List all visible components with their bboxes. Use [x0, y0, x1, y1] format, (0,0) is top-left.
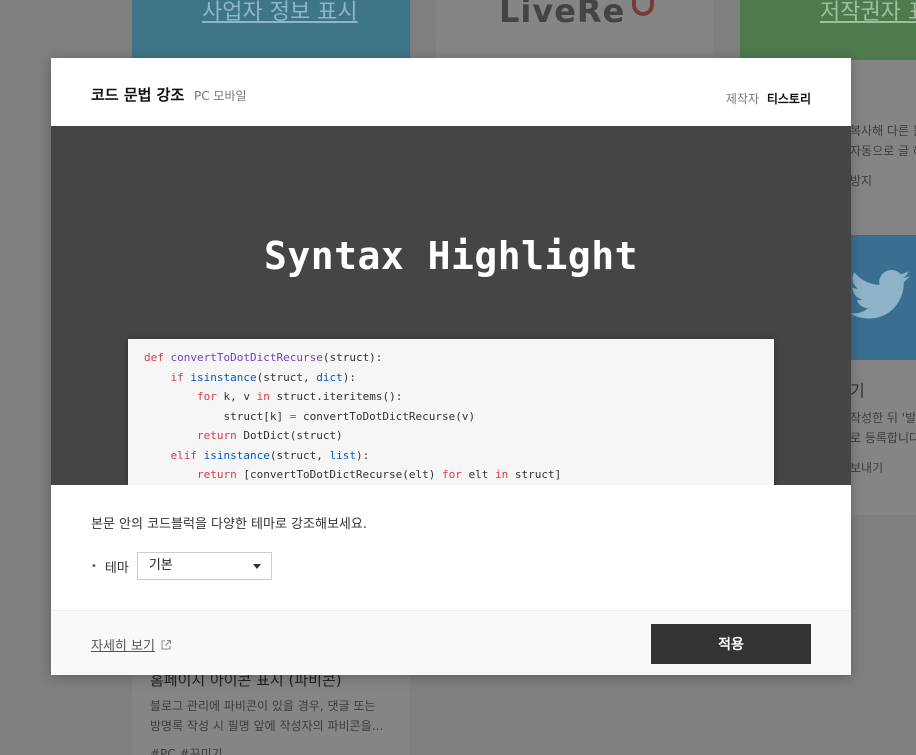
code-token: (struct,	[269, 448, 330, 462]
code-token: k, v	[223, 390, 257, 403]
code-token: if	[170, 370, 191, 384]
code-token: def	[144, 351, 171, 364]
bg-card-twitter-title: 기	[850, 381, 865, 400]
plugin-preview: Syntax Highlight def convertToDotDictRec…	[51, 126, 851, 485]
code-token: return	[196, 429, 244, 442]
apply-button[interactable]: 적용	[651, 624, 811, 664]
livere-logo: LiveRe	[499, 0, 626, 30]
modal-footer: 자세히 보기 적용	[51, 610, 851, 675]
code-token: elt	[468, 468, 496, 481]
code-token: (struct,	[256, 370, 317, 384]
detail-link[interactable]: 자세히 보기	[91, 635, 172, 654]
code-line: return DotDict(struct)	[144, 426, 758, 446]
bg-card-copyright-tag: 방지	[850, 174, 873, 188]
code-token: convertToDotDictRecurse(v)	[302, 409, 476, 423]
code-line: for k, v in struct.iteritems():	[144, 387, 758, 407]
caret-down-icon	[252, 564, 261, 569]
bg-card-business-info: 사업자 정보 표시	[132, 0, 410, 60]
platform-badges: PC 모바일	[194, 89, 247, 103]
code-token: elif	[170, 448, 204, 462]
bg-card-copyright-line2: 자동으로 글 하	[850, 144, 916, 158]
bg-card-twitter-line1: 작성한 뒤 '발행	[850, 411, 916, 425]
plugin-modal: 코드 문법 강조 PC 모바일 제작자 티스토리 Syntax Highligh…	[51, 58, 851, 675]
bg-card-favicon-line1: 블로그 관리에 파비콘이 있을 경우, 댓글 또는	[150, 699, 376, 713]
maker-name: 티스토리	[766, 92, 811, 106]
livere-logo-mark	[632, 0, 654, 16]
plugin-description: 본문 안의 코드블럭을 다양한 테마로 강조해보세요.	[91, 517, 367, 532]
code-line: if isinstance(struct, dict):	[144, 368, 758, 388]
modal-body: 본문 안의 코드블럭을 다양한 테마로 강조해보세요. • 테마 기본	[51, 485, 851, 610]
code-token: ):	[342, 370, 356, 384]
modal-header: 코드 문법 강조 PC 모바일 제작자 티스토리	[51, 58, 851, 126]
code-token: isinstance	[203, 448, 270, 462]
code-line: struct[k] = convertToDotDictRecurse(v)	[144, 407, 758, 427]
code-token: return	[196, 468, 244, 481]
code-token: convertToDotDictRecurse	[170, 351, 323, 364]
code-token: (struct):	[322, 351, 383, 364]
code-line: return [convertToDotDictRecurse(elt) for…	[144, 465, 758, 485]
maker-label: 제작자	[725, 92, 759, 106]
code-token: DotDict(struct)	[243, 429, 343, 442]
code-token: in	[256, 390, 277, 403]
external-link-icon	[161, 639, 171, 649]
detail-link-label: 자세히 보기	[91, 639, 155, 654]
code-token: =	[289, 409, 303, 423]
code-token: struct.iteritems():	[276, 390, 403, 403]
theme-select[interactable]: 기본	[136, 552, 272, 580]
code-token: for	[196, 390, 224, 403]
code-line: def convertToDotDictRecurse(struct):	[144, 348, 758, 368]
code-token: struct]	[514, 468, 562, 481]
theme-setting-row: • 테마 기본	[91, 552, 272, 580]
bg-card-copyright-line1: 복사해 다른 블	[850, 124, 916, 138]
modal-title: 코드 문법 강조	[91, 86, 185, 104]
code-block-sample: def convertToDotDictRecurse(struct): if …	[128, 339, 774, 485]
code-line: elif isinstance(struct, list):	[144, 446, 758, 466]
code-token: isinstance	[190, 370, 257, 384]
maker-info: 제작자 티스토리	[726, 90, 811, 107]
bg-card-favicon-tags: #PC #꾸미기	[150, 747, 223, 755]
code-token: in	[495, 468, 515, 481]
code-token: [convertToDotDictRecurse(elt)	[243, 468, 443, 481]
twitter-icon	[850, 270, 910, 319]
bg-card-livere: LiveRe	[436, 0, 714, 60]
code-token: dict	[316, 370, 343, 384]
bg-card-favicon-line2: 방명록 작성 시 필명 앞에 작성자의 파비콘을…	[150, 719, 384, 733]
theme-label: 테마	[104, 560, 129, 576]
code-token: ):	[355, 448, 370, 462]
code-token: struct[k]	[144, 409, 290, 423]
theme-select-value: 기본	[148, 558, 173, 573]
bg-card-favicon: 홈페이지 아이콘 표시 (파비콘) 블로그 관리에 파비콘이 있을 경우, 댓글…	[132, 675, 410, 755]
code-token: list	[329, 448, 356, 462]
bg-card-twitter-tag: 보내기	[850, 461, 884, 475]
bullet-icon: •	[91, 560, 97, 572]
bg-card-copyright-title: 저작권자 표시	[820, 0, 916, 25]
preview-title: Syntax Highlight	[263, 234, 639, 278]
bg-card-business-info-title: 사업자 정보 표시	[202, 0, 358, 25]
bg-card-twitter-line2: 로 등록합니다	[850, 431, 916, 445]
bg-card-favicon-title: 홈페이지 아이콘 표시 (파비콘)	[150, 675, 342, 689]
code-token: for	[442, 468, 469, 481]
